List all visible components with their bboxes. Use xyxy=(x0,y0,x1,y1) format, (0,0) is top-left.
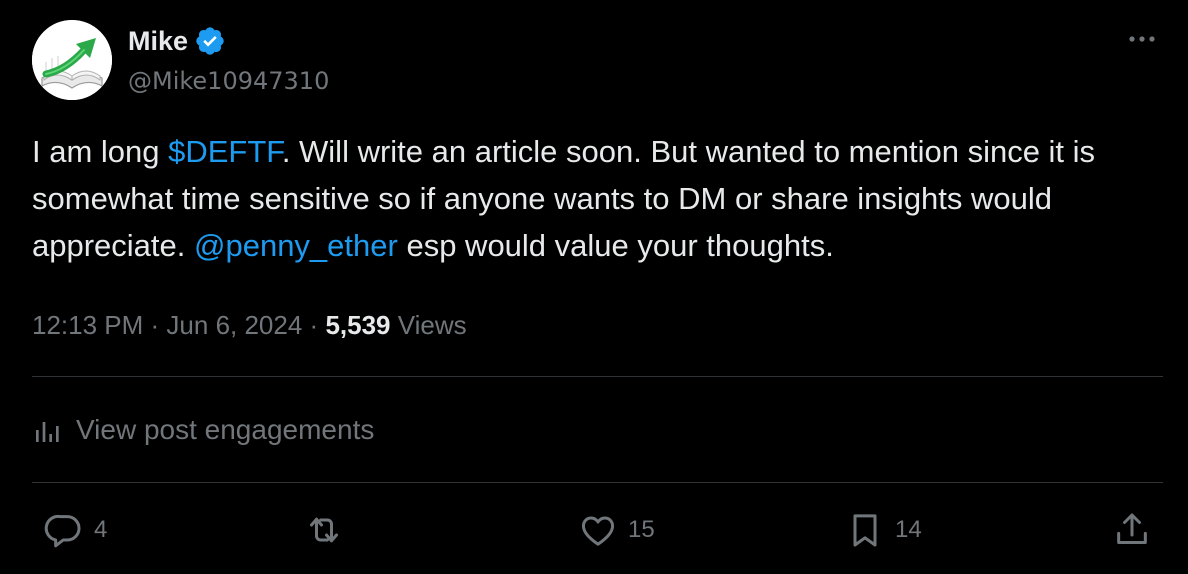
views-label: Views xyxy=(397,310,467,340)
cashtag-link[interactable]: $DEFTF xyxy=(168,134,282,169)
avatar[interactable] xyxy=(32,20,112,100)
heart-icon xyxy=(581,516,615,546)
meta-separator: · xyxy=(309,310,326,340)
bookmark-button[interactable]: 14 xyxy=(845,510,922,550)
post-text-segment: esp would value your thoughts. xyxy=(397,228,834,263)
avatar-logo-icon xyxy=(32,20,112,100)
like-count: 15 xyxy=(628,516,655,543)
post-text: I am long $DEFTF. Will write an article … xyxy=(32,128,1172,269)
bookmark-icon xyxy=(853,514,877,547)
post-date[interactable]: Jun 6, 2024 xyxy=(166,310,302,340)
analytics-bars-icon xyxy=(36,422,59,442)
reply-icon xyxy=(44,514,81,548)
author-handle[interactable]: @Mike10947310 xyxy=(128,66,329,96)
more-options-icon[interactable] xyxy=(1124,24,1160,54)
verified-badge-icon[interactable] xyxy=(194,25,226,57)
view-engagements-link[interactable]: View post engagements xyxy=(32,412,374,448)
share-icon xyxy=(1117,513,1147,544)
author-name[interactable]: Mike xyxy=(128,24,188,58)
post-time[interactable]: 12:13 PM xyxy=(32,310,143,340)
divider xyxy=(32,376,1163,377)
divider xyxy=(32,482,1163,483)
views-count: 5,539 xyxy=(325,310,391,340)
like-button[interactable]: 15 xyxy=(578,510,655,550)
mention-link[interactable]: @penny_ether xyxy=(194,228,398,263)
share-button[interactable] xyxy=(1112,510,1152,550)
view-engagements-label: View post engagements xyxy=(76,414,375,445)
post-text-segment: I am long xyxy=(32,134,169,169)
meta-separator: · xyxy=(150,310,167,340)
repost-icon xyxy=(310,517,338,543)
post-meta: 12:13 PM · Jun 6, 2024 · 5,539 Views xyxy=(32,307,467,343)
reply-button[interactable]: 4 xyxy=(44,510,107,550)
bookmark-count: 14 xyxy=(895,516,922,543)
reply-count: 4 xyxy=(94,516,108,543)
author-name-row[interactable]: Mike xyxy=(128,24,226,58)
repost-button[interactable] xyxy=(304,510,354,550)
